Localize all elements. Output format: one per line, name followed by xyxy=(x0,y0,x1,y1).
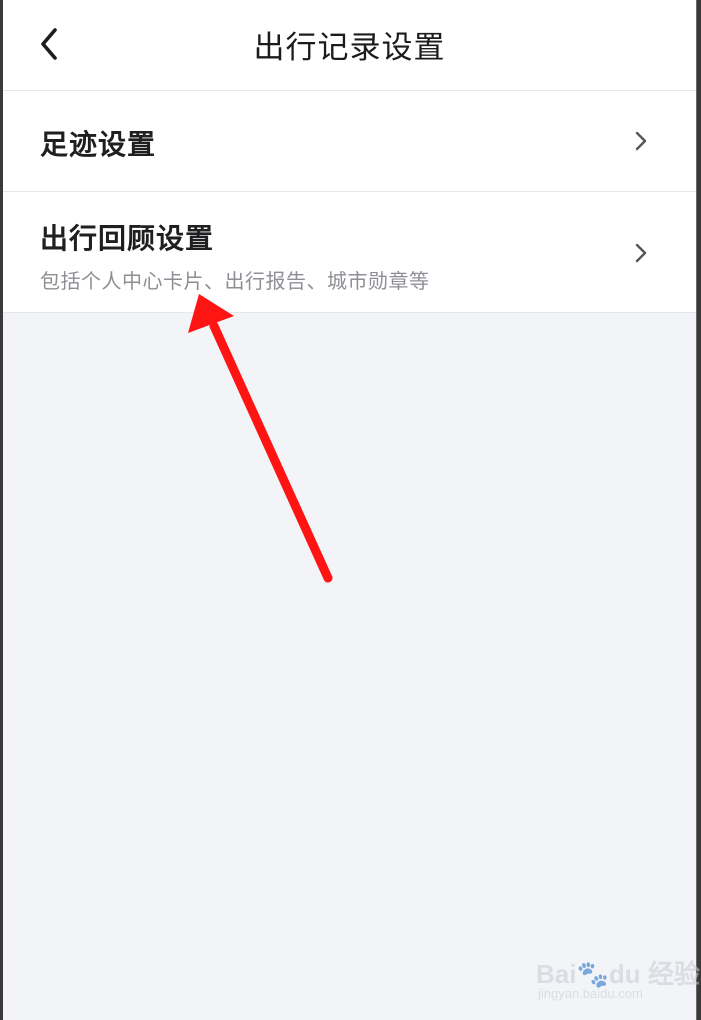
trip-review-settings-title: 出行回顾设置 xyxy=(40,222,215,255)
watermark-url: jingyan.baidu.com xyxy=(538,986,643,1001)
trip-review-settings-item[interactable]: 出行回顾设置 包括个人中心卡片、出行报告、城市勋章等 xyxy=(3,192,696,313)
paw-icon: 🐾 xyxy=(576,959,609,989)
arrow-shaft xyxy=(209,321,333,583)
chevron-right-icon xyxy=(635,243,647,263)
page-title: 出行记录设置 xyxy=(253,30,446,66)
footprint-settings-item[interactable]: 足迹设置 xyxy=(3,91,696,192)
screen-edge-right xyxy=(696,0,701,1020)
nav-bar: 出行记录设置 xyxy=(3,0,696,91)
baidu-jingyan-watermark: Bai🐾du 经验 jingyan.baidu.com xyxy=(536,944,700,1004)
screen: 出行记录设置 足迹设置 出行回顾设置 包括个人中心卡片、出行报告、城市勋章等 B… xyxy=(0,0,701,1020)
settings-list: 足迹设置 出行回顾设置 包括个人中心卡片、出行报告、城市勋章等 xyxy=(3,91,696,313)
trip-review-settings-subtitle: 包括个人中心卡片、出行报告、城市勋章等 xyxy=(40,269,430,293)
chevron-right-icon xyxy=(635,131,647,151)
watermark-logo-suffix: du 经验 xyxy=(608,959,700,989)
watermark-logo-prefix: Bai xyxy=(536,959,577,989)
footprint-settings-title: 足迹设置 xyxy=(40,128,157,161)
